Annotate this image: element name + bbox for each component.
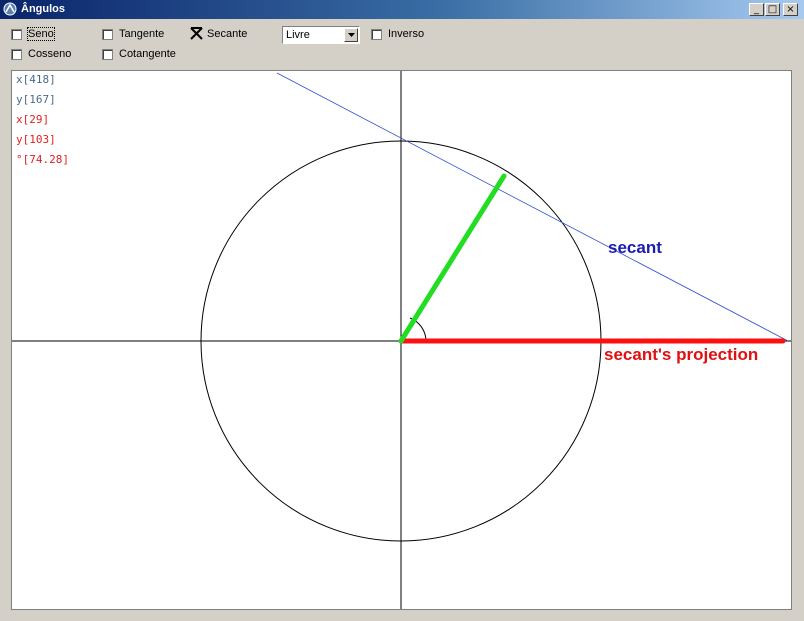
tangente-checkbox-box[interactable] bbox=[102, 28, 113, 40]
readout-y-2: y[103] bbox=[16, 133, 56, 146]
angulos-window: Ângulos _ □ × Seno Cosseno Tangente Cota… bbox=[0, 0, 804, 621]
chevron-down-icon bbox=[348, 33, 355, 37]
window-title: Ângulos bbox=[21, 3, 65, 15]
cosseno-checkbox-box[interactable] bbox=[11, 48, 22, 60]
mode-select[interactable]: Livre bbox=[282, 26, 360, 44]
close-button[interactable]: × bbox=[783, 3, 798, 16]
inverso-checkbox[interactable]: Inverso bbox=[371, 28, 424, 40]
seno-checkbox[interactable]: Seno bbox=[11, 27, 55, 41]
cotangente-checkbox-box[interactable] bbox=[102, 48, 113, 60]
mode-select-value: Livre bbox=[286, 29, 310, 41]
dropdown-button[interactable] bbox=[344, 28, 358, 42]
secante-label: Secante bbox=[207, 27, 248, 40]
checkmark-x-icon[interactable] bbox=[190, 27, 203, 40]
title-bar[interactable]: Ângulos _ □ × bbox=[0, 0, 804, 19]
tangente-checkbox[interactable]: Tangente bbox=[102, 28, 164, 40]
minimize-button[interactable]: _ bbox=[749, 3, 764, 16]
secant-projection-label: secant's projection bbox=[604, 345, 759, 364]
readout-x-1: x[418] bbox=[16, 73, 56, 86]
secant-line bbox=[276, 72, 789, 342]
readout-x-2: x[29] bbox=[16, 113, 50, 126]
inverso-checkbox-box[interactable] bbox=[371, 28, 382, 40]
app-icon bbox=[3, 2, 17, 16]
readout-y-1: y[167] bbox=[16, 93, 56, 106]
seno-label: Seno bbox=[27, 27, 55, 41]
secant-label: secant bbox=[608, 238, 662, 257]
seno-checkbox-box[interactable] bbox=[11, 28, 22, 40]
secante-checkbox[interactable]: Secante bbox=[190, 27, 247, 40]
cosseno-checkbox[interactable]: Cosseno bbox=[11, 48, 71, 60]
unit-circle-drawing[interactable] bbox=[12, 71, 792, 610]
cotangente-label: Cotangente bbox=[119, 48, 176, 60]
inverso-label: Inverso bbox=[388, 28, 425, 40]
tangente-label: Tangente bbox=[119, 28, 165, 40]
radius-line bbox=[398, 173, 507, 344]
cotangente-checkbox[interactable]: Cotangente bbox=[102, 48, 176, 60]
cosseno-label: Cosseno bbox=[28, 48, 72, 60]
maximize-button[interactable]: □ bbox=[765, 3, 780, 16]
drawing-canvas[interactable]: x[418] y[167] x[29] y[103] °[74.28] seca… bbox=[11, 70, 792, 610]
readout-angle: °[74.28] bbox=[16, 153, 69, 166]
